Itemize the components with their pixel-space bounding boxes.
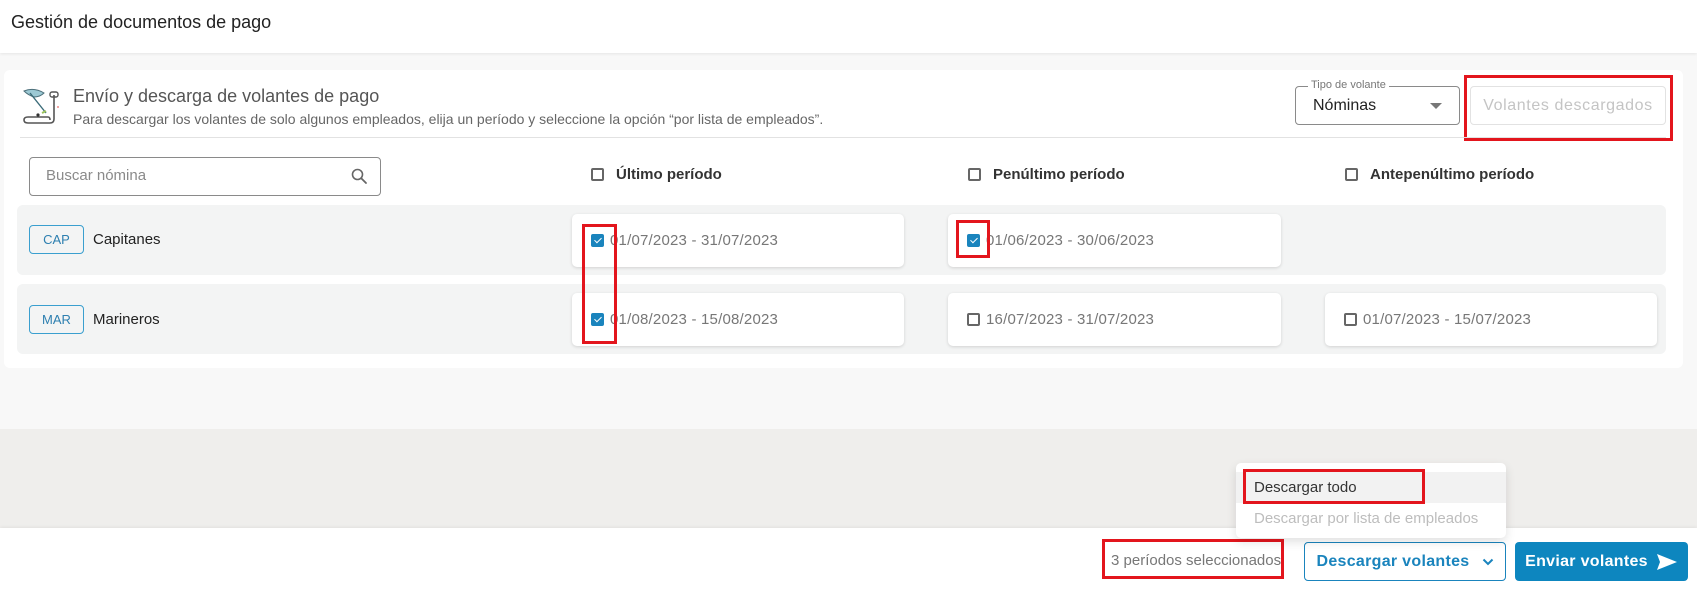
search-input[interactable] (46, 167, 326, 184)
column-label: Penúltimo período (993, 166, 1125, 183)
payroll-code-badge: CAP (29, 225, 84, 254)
period-card[interactable]: 01/07/2023 - 31/07/2023 (572, 214, 904, 267)
send-vouchers-button[interactable]: Enviar volantes (1515, 542, 1688, 581)
period-checkbox[interactable] (1344, 313, 1357, 326)
select-column-checkbox[interactable] (591, 168, 604, 181)
period-card[interactable]: 01/07/2023 - 15/07/2023 (1325, 293, 1657, 346)
page-title: Gestión de documentos de pago (11, 12, 272, 32)
caret-down-icon (1430, 103, 1442, 109)
downloaded-vouchers-button[interactable]: Volantes descargados (1470, 86, 1666, 125)
menu-item-download-by-employee-list[interactable]: Descargar por lista de empleados (1236, 503, 1506, 534)
payroll-name: Capitanes (93, 231, 161, 248)
period-checkbox[interactable] (967, 234, 980, 247)
search-icon[interactable] (350, 167, 368, 185)
period-card[interactable]: 01/08/2023 - 15/08/2023 (572, 293, 904, 346)
select-column-checkbox[interactable] (1345, 168, 1358, 181)
period-range: 01/06/2023 - 30/06/2023 (986, 232, 1155, 249)
payroll-name: Marineros (93, 311, 160, 328)
column-header-last-period[interactable]: Último período (591, 166, 722, 183)
voucher-type-value: Nóminas (1313, 97, 1377, 114)
column-header-antepenultimate-period[interactable]: Antepenúltimo período (1345, 166, 1534, 183)
period-range: 16/07/2023 - 31/07/2023 (986, 311, 1155, 328)
voucher-type-label: Tipo de volante (1308, 79, 1389, 91)
selected-periods-count: 3 períodos seleccionados (1111, 552, 1282, 569)
period-range: 01/07/2023 - 15/07/2023 (1363, 311, 1532, 328)
payroll-code-badge: MAR (29, 305, 84, 334)
period-card[interactable]: 16/07/2023 - 31/07/2023 (948, 293, 1281, 346)
section-description: Para descargar los volantes de solo algu… (73, 111, 824, 127)
period-range: 01/07/2023 - 31/07/2023 (610, 232, 779, 249)
divider (20, 137, 1666, 138)
send-vouchers-label: Enviar volantes (1525, 552, 1648, 570)
period-range: 01/08/2023 - 15/08/2023 (610, 311, 779, 328)
period-card[interactable]: 01/06/2023 - 30/06/2023 (948, 214, 1281, 267)
download-vouchers-label: Descargar volantes (1316, 552, 1470, 570)
column-label: Último período (616, 166, 722, 183)
download-options-menu: Descargar todo Descargar por lista de em… (1236, 463, 1506, 538)
period-checkbox[interactable] (967, 313, 980, 326)
send-icon (1656, 553, 1677, 570)
column-header-penultimate-period[interactable]: Penúltimo período (968, 166, 1125, 183)
section-title: Envío y descarga de volantes de pago (73, 86, 380, 106)
period-checkbox[interactable] (591, 234, 604, 247)
document-quill-icon (23, 88, 59, 124)
search-field[interactable] (29, 157, 381, 196)
select-column-checkbox[interactable] (968, 168, 981, 181)
download-vouchers-button[interactable]: Descargar volantes (1304, 542, 1506, 581)
chevron-down-icon (1482, 558, 1493, 565)
period-checkbox[interactable] (591, 313, 604, 326)
voucher-type-select[interactable]: Tipo de volante Nóminas (1295, 79, 1460, 125)
column-label: Antepenúltimo período (1370, 166, 1535, 183)
menu-item-download-all[interactable]: Descargar todo (1236, 472, 1506, 503)
